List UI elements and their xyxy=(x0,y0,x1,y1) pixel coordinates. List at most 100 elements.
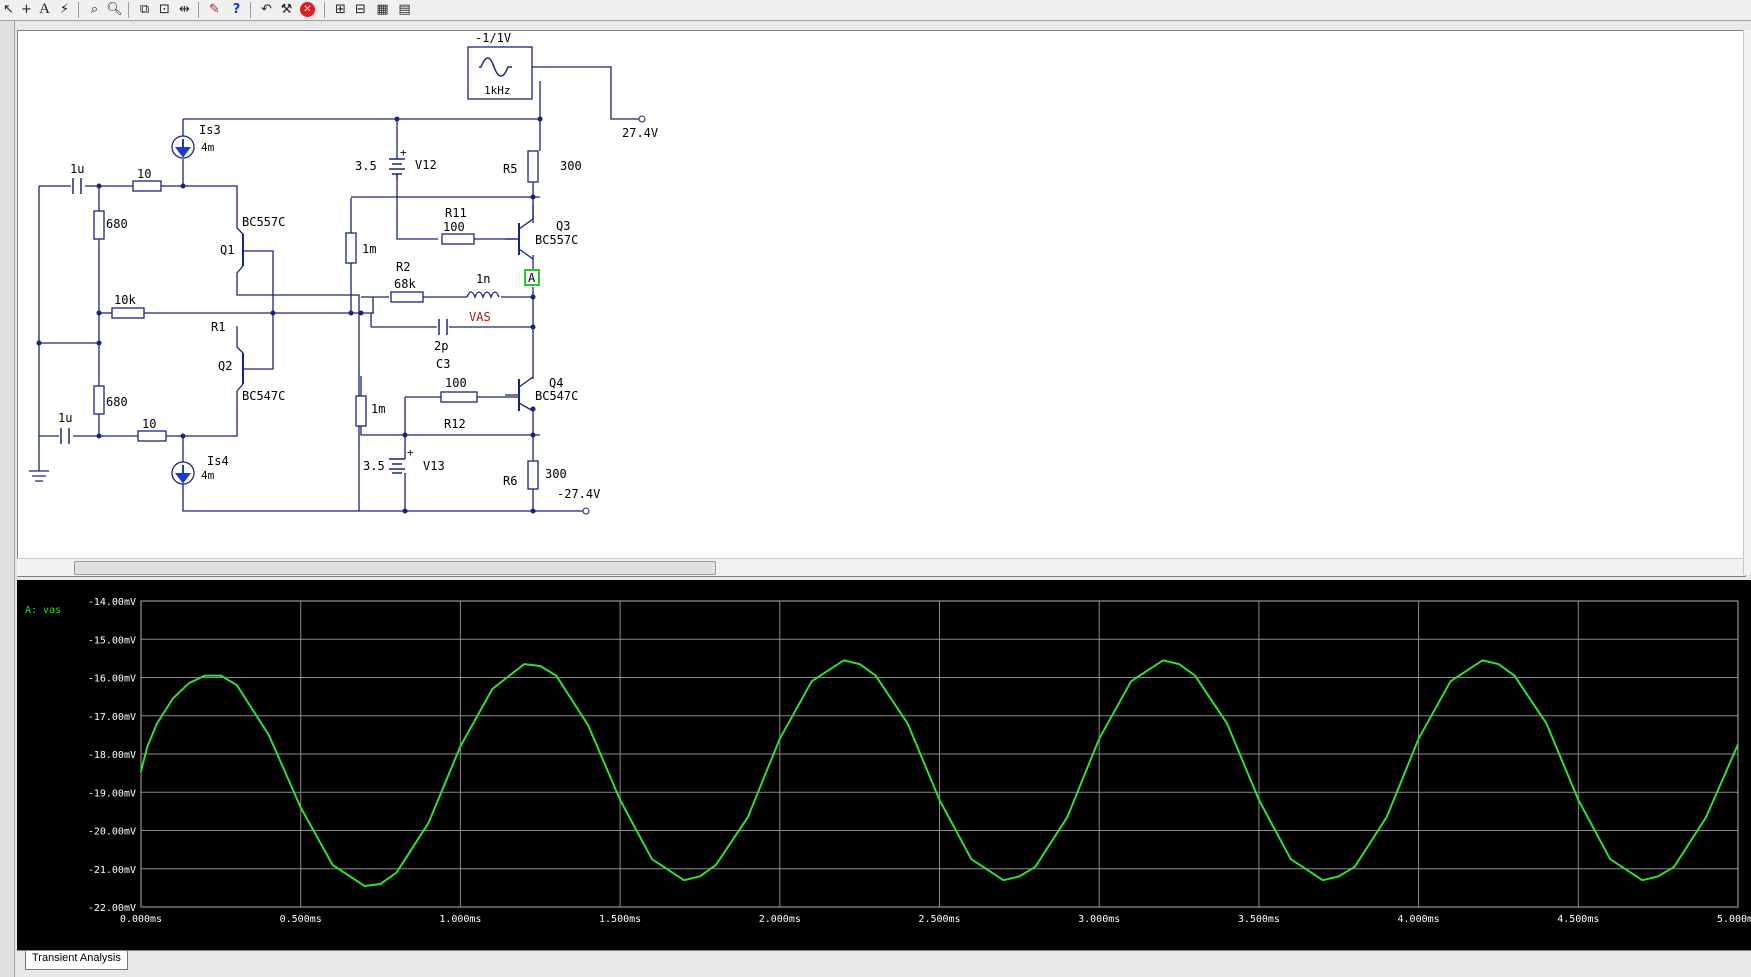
zoom-fit-icon[interactable]: ⧉ xyxy=(136,1,153,18)
data-point xyxy=(1545,722,1548,725)
source-amp-label: -1/1V xyxy=(475,31,511,45)
current-source-is4[interactable]: Is4 4m xyxy=(171,454,229,485)
data-point xyxy=(146,745,149,748)
data-point xyxy=(1337,875,1340,878)
schematic-panel[interactable]: -1/1V 1kHz 27.4V -27.4V Is3 4m Is4 4m 1u… xyxy=(17,30,1746,577)
r11-value: 100 xyxy=(443,220,465,234)
q2-type: BC547C xyxy=(242,389,285,403)
bode-icon[interactable]: ⊟ xyxy=(352,1,369,18)
data-point xyxy=(1705,816,1707,818)
data-point xyxy=(938,799,941,801)
probe-icon[interactable]: ⚡ xyxy=(56,1,73,18)
data-point xyxy=(204,674,206,677)
r12-value: 100 xyxy=(445,376,467,390)
data-point xyxy=(140,770,142,773)
graph-panel[interactable]: 0.000ms 0.500ms 1.000ms 1.500ms 2.000ms 2.500… xyxy=(17,580,1751,950)
c3-name: C3 xyxy=(436,357,450,371)
r1-name: R1 xyxy=(211,320,225,334)
help-icon[interactable]: ? xyxy=(228,1,245,18)
data-point xyxy=(1321,879,1324,882)
vertical-scrollbar[interactable] xyxy=(1743,30,1751,575)
data-point xyxy=(779,737,781,740)
data-point xyxy=(1385,816,1388,818)
data-point xyxy=(491,688,494,690)
zoom-icon[interactable]: 🔍︎ xyxy=(106,1,123,18)
data-point xyxy=(331,864,334,866)
data-point xyxy=(1481,659,1484,662)
data-point xyxy=(220,674,222,677)
data-point xyxy=(1098,737,1100,740)
r5-name: R5 xyxy=(503,162,517,176)
r11-name: R11 xyxy=(445,206,467,220)
pointer-icon[interactable]: ↖ xyxy=(0,1,17,18)
data-point xyxy=(810,680,813,683)
y-tick-label: -16.00mV xyxy=(88,674,136,685)
data-point xyxy=(539,665,542,667)
data-point xyxy=(906,722,909,725)
data-point xyxy=(1034,866,1037,868)
transient-chart[interactable]: 0.000ms 0.500ms 1.000ms 1.500ms 2.000ms 2.500… xyxy=(17,580,1751,950)
data-point xyxy=(651,858,653,860)
y-tick-label: -17.00mV xyxy=(88,712,136,723)
data-point xyxy=(842,659,845,662)
data-point xyxy=(1130,680,1132,683)
q2-name: Q2 xyxy=(218,359,232,373)
current-source-is3[interactable]: Is3 4m xyxy=(171,123,221,159)
data-point xyxy=(1673,866,1675,868)
data-point xyxy=(858,663,861,665)
data-point xyxy=(1178,663,1180,665)
data-point xyxy=(970,858,973,860)
x-tick-label: 4.500ms xyxy=(1557,914,1599,925)
x-tick-label: 2.500ms xyxy=(918,914,960,925)
legend-label: A: vas xyxy=(25,605,61,616)
wire-icon[interactable]: + xyxy=(18,1,35,18)
y-tick-label: -21.00mV xyxy=(88,865,136,876)
undo-icon[interactable]: ↶ xyxy=(258,1,275,18)
data-point xyxy=(1353,866,1356,868)
scope-icon[interactable]: ▦ xyxy=(374,1,391,18)
zoom-area-icon[interactable]: ⌕ xyxy=(86,1,103,18)
spectrum-icon[interactable]: ▤ xyxy=(396,1,413,18)
horizontal-scrollbar[interactable] xyxy=(17,558,1744,576)
data-point xyxy=(1258,799,1260,801)
data-point xyxy=(1002,879,1005,882)
tools-icon[interactable]: ⚒ xyxy=(278,1,295,18)
r-680-top-label: 680 xyxy=(106,217,128,231)
zoom-prev-icon[interactable]: ⊡ xyxy=(156,1,173,18)
data-point xyxy=(267,734,270,736)
x-tick-label: 2.000ms xyxy=(759,914,801,925)
ground-icon xyxy=(29,441,49,482)
data-point xyxy=(587,724,589,727)
data-point xyxy=(1018,875,1021,878)
toolbar: ↖ + A ⚡ ⌕ 🔍︎ ⧉ ⊡ ⇹ ✎ ? ↶ ⚒ ✕ ⊞ ⊟ ▦ ▤ xyxy=(0,0,1751,21)
analysis-icon[interactable]: ✎ xyxy=(206,1,223,18)
data-point xyxy=(683,879,685,882)
y-tick-label: -22.00mV xyxy=(88,903,136,914)
stop-icon[interactable]: ✕ xyxy=(300,2,315,17)
data-point xyxy=(379,883,382,885)
text-icon[interactable]: A xyxy=(36,1,53,18)
v12-name: V12 xyxy=(415,158,437,172)
v12-value: 3.5 xyxy=(355,159,377,173)
graph-icon[interactable]: ⊞ xyxy=(332,1,349,18)
data-point xyxy=(156,722,158,725)
r-10k-label: 10k xyxy=(114,293,136,307)
v13-name: V13 xyxy=(423,459,445,473)
vas-net-label: VAS xyxy=(469,310,491,324)
x-tick-label: 4.000ms xyxy=(1398,914,1440,925)
r2-value: 68k xyxy=(394,277,416,291)
data-point xyxy=(188,682,190,685)
x-tick-label: 3.500ms xyxy=(1238,914,1280,925)
tab-transient-analysis[interactable]: Transient Analysis xyxy=(25,951,128,970)
source-freq-label: 1kHz xyxy=(484,84,511,97)
schematic-canvas[interactable]: -1/1V 1kHz 27.4V -27.4V Is3 4m Is4 4m 1u… xyxy=(18,31,1745,559)
rail-neg-label: -27.4V xyxy=(557,487,600,501)
x-tick-label: 0.000ms xyxy=(120,914,162,925)
signal-source[interactable]: -1/1V 1kHz xyxy=(467,31,533,100)
rail-pos-label: 27.4V xyxy=(622,126,658,140)
data-point xyxy=(363,885,366,887)
scroll-thumb[interactable] xyxy=(74,561,716,575)
inductor[interactable] xyxy=(466,291,500,299)
x-tick-label: 1.000ms xyxy=(439,914,481,925)
mirror-icon[interactable]: ⇹ xyxy=(176,1,193,18)
